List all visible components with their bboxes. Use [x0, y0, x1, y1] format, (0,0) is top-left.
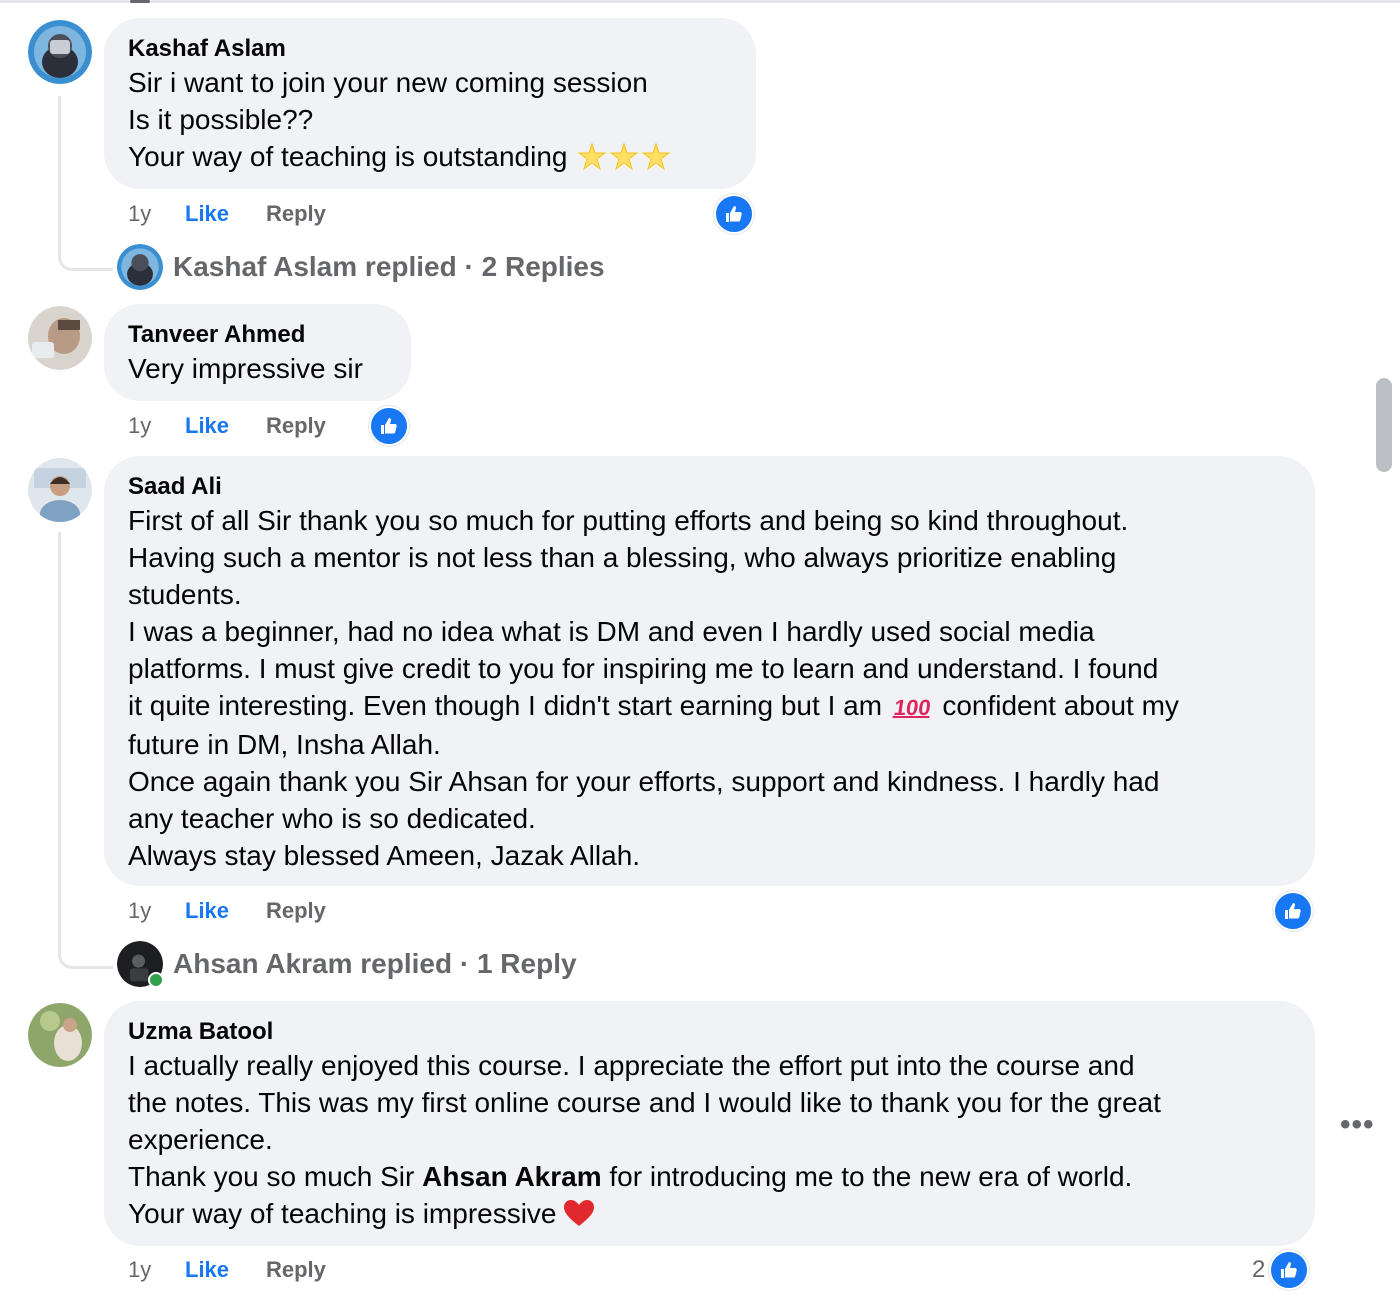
comment-author[interactable]: Saad Ali — [128, 473, 222, 501]
comment-line-text: it quite interesting. Even though I didn… — [128, 690, 883, 721]
comment-line-text: Thank you so much Sir — [128, 1161, 415, 1192]
comment-time[interactable]: 1y — [128, 1257, 151, 1283]
comment-line: I actually really enjoyed this course. I… — [128, 1050, 1135, 1081]
top-divider — [0, 0, 1400, 3]
like-button[interactable]: Like — [185, 413, 229, 439]
avatar[interactable] — [28, 458, 92, 522]
comment-line: Your way of teaching is outstanding — [128, 138, 736, 175]
comment-text: Very impressive sir — [128, 350, 391, 387]
comment-line: Once again thank you Sir Ahsan for your … — [128, 766, 1160, 797]
avatar[interactable] — [28, 1003, 92, 1067]
like-reaction-icon[interactable] — [1273, 891, 1313, 931]
comment-bubble: Saad Ali First of all Sir thank you so m… — [104, 456, 1315, 886]
comment-line-text: Your way of teaching is impressive — [128, 1198, 557, 1229]
reply-button[interactable]: Reply — [266, 201, 326, 227]
comment-bubble: Uzma Batool I actually really enjoyed th… — [104, 1001, 1315, 1246]
comment-line: any teacher who is so dedicated. — [128, 803, 536, 834]
comment-line: Is it possible?? — [128, 104, 314, 135]
comment-bubble: Tanveer Ahmed Very impressive sir — [104, 304, 411, 401]
view-replies-link[interactable]: Ahsan Akram replied · 1 Reply — [173, 948, 577, 980]
comment-time[interactable]: 1y — [128, 413, 151, 439]
reply-avatar[interactable] — [117, 244, 163, 290]
comment-line: Sir i want to join your new coming sessi… — [128, 67, 648, 98]
comment-line: experience. — [128, 1124, 273, 1155]
reply-button[interactable]: Reply — [266, 1257, 326, 1283]
comment-text: I actually really enjoyed this course. I… — [128, 1047, 1295, 1232]
reaction-count[interactable]: 2 — [1252, 1256, 1265, 1284]
comment-line: Your way of teaching is impressive — [128, 1195, 1295, 1232]
comment-line-text: Your way of teaching is outstanding — [128, 141, 568, 172]
comment-line: the notes. This was my first online cour… — [128, 1087, 1161, 1118]
mentioned-user-link[interactable]: Ahsan Akram — [422, 1161, 601, 1192]
hundred-points-emoji-icon: 100 — [892, 695, 933, 720]
reply-button[interactable]: Reply — [266, 413, 326, 439]
comment-author[interactable]: Kashaf Aslam — [128, 35, 286, 63]
comment-line: future in DM, Insha Allah. — [128, 729, 441, 760]
comment-line: platforms. I must give credit to you for… — [128, 653, 1159, 684]
like-reaction-icon[interactable] — [369, 406, 409, 446]
comment-line: I was a beginner, had no idea what is DM… — [128, 616, 1095, 647]
comment-line: Having such a mentor is not less than a … — [128, 542, 1117, 573]
comment-author[interactable]: Tanveer Ahmed — [128, 321, 305, 349]
like-button[interactable]: Like — [185, 1257, 229, 1283]
comment-line: Thank you so much Sir Ahsan Akram for in… — [128, 1158, 1295, 1195]
like-reaction-icon[interactable] — [1269, 1250, 1309, 1290]
comment-line: First of all Sir thank you so much for p… — [128, 505, 1129, 536]
comment-line: Very impressive sir — [128, 353, 363, 384]
like-button[interactable]: Like — [185, 898, 229, 924]
comment-author[interactable]: Uzma Batool — [128, 1018, 273, 1046]
like-reaction-icon[interactable] — [714, 194, 754, 234]
scrollbar-thumb[interactable] — [1376, 378, 1392, 472]
view-replies-link[interactable]: Kashaf Aslam replied · 2 Replies — [173, 251, 605, 283]
comment-bubble: Kashaf Aslam Sir i want to join your new… — [104, 18, 756, 189]
red-heart-emoji-icon — [563, 1200, 594, 1226]
comment-line-text: confident about my — [942, 690, 1179, 721]
online-status-indicator — [148, 972, 164, 988]
like-button[interactable]: Like — [185, 201, 229, 227]
comment-line: it quite interesting. Even though I didn… — [128, 687, 1295, 726]
comment-text: First of all Sir thank you so much for p… — [128, 502, 1295, 874]
glowing-star-emoji-icon — [575, 141, 671, 172]
avatar[interactable] — [28, 20, 92, 84]
comment-line: Always stay blessed Ameen, Jazak Allah. — [128, 840, 641, 871]
comment-text: Sir i want to join your new coming sessi… — [128, 64, 736, 175]
comment-line: students. — [128, 579, 242, 610]
avatar[interactable] — [28, 306, 92, 370]
reply-button[interactable]: Reply — [266, 898, 326, 924]
more-options-icon[interactable]: ••• — [1340, 1108, 1375, 1142]
comment-line-text: for introducing me to the new era of wor… — [609, 1161, 1133, 1192]
comment-time[interactable]: 1y — [128, 898, 151, 924]
comment-time[interactable]: 1y — [128, 201, 151, 227]
top-divider-tick — [130, 0, 150, 3]
